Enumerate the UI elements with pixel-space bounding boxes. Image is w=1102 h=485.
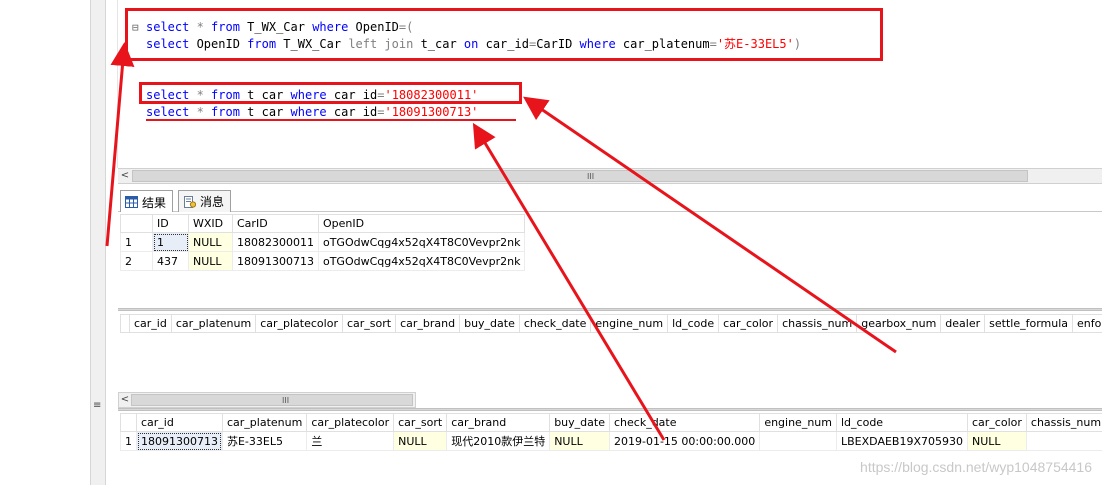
- annotation-arrow-2: [523, 96, 897, 354]
- annotation-arrow-1: [105, 42, 135, 247]
- watermark: https://blog.csdn.net/wyp1048754416: [860, 459, 1092, 475]
- annotation-arrows: [105, 42, 897, 441]
